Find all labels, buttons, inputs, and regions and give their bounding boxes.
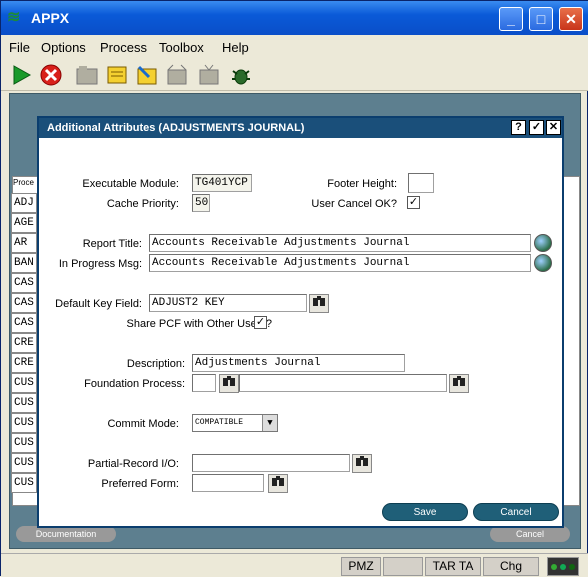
toolbar [1, 59, 588, 91]
default-key-label: Default Key Field: [55, 298, 142, 310]
list-item[interactable]: CUS [11, 393, 37, 413]
binoculars-icon[interactable] [309, 294, 329, 313]
edit-icon[interactable] [135, 63, 159, 87]
list-item[interactable]: CAS [11, 313, 37, 333]
foundation-process-field-2[interactable] [239, 374, 447, 392]
status-lights-icon [547, 557, 579, 576]
cache-priority-label: Cache Priority: [106, 198, 179, 210]
user-cancel-label: User Cancel OK? [311, 198, 397, 210]
box-icon[interactable] [165, 63, 189, 87]
footer-height-label: Footer Height: [327, 178, 397, 190]
list-item[interactable]: CUS [11, 473, 37, 493]
notepad-icon[interactable] [105, 63, 129, 87]
debug-bug-icon[interactable] [229, 63, 253, 87]
dialog-title: Additional Attributes (ADJUSTMENTS JOURN… [47, 122, 305, 134]
menu-file[interactable]: File [9, 40, 30, 55]
binoculars-icon[interactable] [449, 374, 469, 393]
chevron-down-icon[interactable]: ▼ [262, 415, 277, 431]
binoculars-icon[interactable] [219, 374, 239, 393]
default-key-field[interactable]: ADJUST2 KEY [149, 294, 307, 312]
status-cell-empty [383, 557, 423, 576]
share-pcf-label: Share PCF with Other Users? [126, 318, 273, 330]
list-item[interactable]: CUS [11, 413, 37, 433]
close-button[interactable]: ✕ [559, 7, 583, 31]
foundation-process-label: Foundation Process: [84, 378, 185, 390]
executable-module-label: Executable Module: [82, 178, 179, 190]
menu-options[interactable]: Options [41, 40, 86, 55]
window-title: APPX [31, 10, 70, 26]
documentation-button[interactable]: Documentation [16, 526, 116, 542]
status-cell-tar: TAR TA [425, 557, 481, 576]
folder-icon[interactable] [75, 63, 99, 87]
menu-process[interactable]: Process [100, 40, 147, 55]
description-field[interactable]: Adjustments Journal [192, 354, 405, 372]
list-item[interactable]: AGE [11, 213, 37, 233]
in-progress-msg-field[interactable]: Accounts Receivable Adjustments Journal [149, 254, 531, 272]
menu-bar: File Options Process Toolbox Help [1, 35, 588, 59]
menu-help[interactable]: Help [222, 40, 249, 55]
cache-priority-field[interactable]: 50 [192, 194, 210, 212]
partial-record-label: Partial-Record I/O: [87, 458, 179, 470]
list-item[interactable]: CAS [11, 293, 37, 313]
list-item[interactable]: CUS [11, 453, 37, 473]
cancel-button[interactable]: Cancel [473, 503, 559, 521]
list-header: Proce [13, 178, 34, 187]
list-item[interactable]: BAN [11, 253, 37, 273]
minimize-button[interactable]: _ [499, 7, 523, 31]
menu-toolbox[interactable]: Toolbox [159, 40, 204, 55]
share-pcf-checkbox[interactable]: ✓ [254, 316, 267, 329]
list-item[interactable]: CUS [11, 373, 37, 393]
report-title-label: Report Title: [82, 238, 142, 250]
binoculars-icon[interactable] [352, 454, 372, 473]
background-cancel-button[interactable]: Cancel [490, 526, 570, 542]
status-cell-chg: Chg [483, 557, 539, 576]
binoculars-icon[interactable] [268, 474, 288, 493]
maximize-button[interactable]: □ [529, 7, 553, 31]
list-item[interactable]: CUS [11, 433, 37, 453]
run-icon[interactable] [9, 63, 33, 87]
preferred-form-label: Preferred Form: [101, 478, 179, 490]
list-item[interactable]: CAS [11, 273, 37, 293]
appx-logo-icon: ≋ [7, 9, 21, 26]
commit-mode-value: COMPATIBLE [195, 418, 244, 427]
help-button[interactable]: ? [511, 120, 526, 135]
stop-icon[interactable] [39, 63, 63, 87]
report-title-field[interactable]: Accounts Receivable Adjustments Journal [149, 234, 531, 252]
preferred-form-field[interactable] [192, 474, 264, 492]
save-button[interactable]: Save [382, 503, 468, 521]
tv-icon[interactable] [197, 63, 221, 87]
dialog-close-button[interactable]: ✕ [546, 120, 561, 135]
status-cell-pmz: PMZ [341, 557, 381, 576]
list-item[interactable]: AR [11, 233, 37, 253]
globe-icon[interactable] [534, 234, 552, 252]
status-bar: PMZ TAR TA Chg [1, 553, 588, 577]
app-window: ≋ APPX _ □ ✕ File Options Process Toolbo… [0, 0, 588, 577]
user-cancel-checkbox[interactable]: ✓ [407, 196, 420, 209]
list-item[interactable]: ADJ [11, 193, 37, 213]
foundation-process-field-1[interactable] [192, 374, 216, 392]
executable-module-field[interactable]: TG401YCP [192, 174, 252, 192]
title-bar: ≋ APPX _ □ ✕ [1, 1, 588, 35]
in-progress-msg-label: In Progress Msg: [58, 258, 142, 270]
ok-check-button[interactable]: ✓ [529, 120, 544, 135]
partial-record-field[interactable] [192, 454, 350, 472]
description-label: Description: [126, 358, 185, 370]
globe-icon[interactable] [534, 254, 552, 272]
commit-mode-select[interactable]: COMPATIBLE ▼ [192, 414, 278, 432]
commit-mode-label: Commit Mode: [107, 418, 179, 430]
footer-height-field[interactable] [408, 173, 434, 193]
background-list: ADJ AGE AR BAN CAS CAS CAS CRE CRE CUS C… [11, 193, 37, 493]
additional-attributes-dialog: Additional Attributes (ADJUSTMENTS JOURN… [37, 116, 564, 528]
dialog-title-bar: Additional Attributes (ADJUSTMENTS JOURN… [39, 118, 562, 138]
list-item[interactable]: CRE [11, 333, 37, 353]
list-item[interactable]: CRE [11, 353, 37, 373]
